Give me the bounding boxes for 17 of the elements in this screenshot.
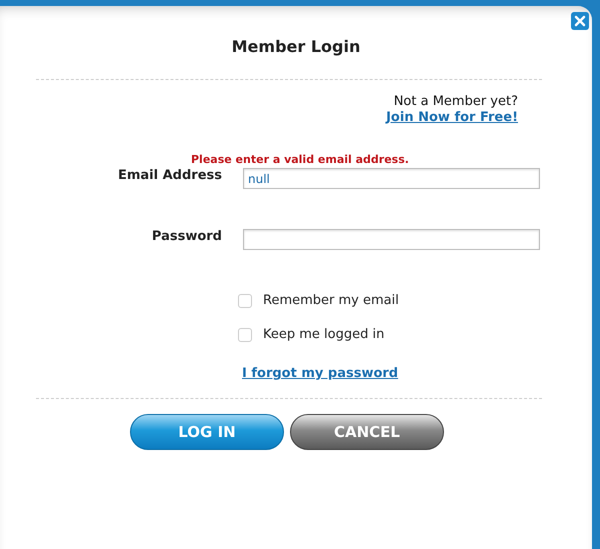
field-label: Password <box>150 229 222 244</box>
signup-prompt: Not a Member yet? <box>394 94 518 109</box>
checkbox[interactable] <box>238 328 252 342</box>
checkbox[interactable] <box>238 294 252 308</box>
password-field[interactable] <box>243 229 540 250</box>
forgot-password-link[interactable]: I forgot my password <box>242 366 398 381</box>
join-link[interactable]: Join Now for Free! <box>386 110 518 125</box>
cancel-button[interactable]: CANCEL <box>290 414 444 450</box>
error-message: Please enter a valid email address. <box>191 153 410 166</box>
dialog-title: Member Login <box>232 37 360 56</box>
checkbox-label: Keep me logged in <box>263 327 384 342</box>
close-button[interactable] <box>571 12 589 30</box>
checkbox-label: Remember my email <box>263 293 399 308</box>
close-icon <box>571 12 589 30</box>
field-label: Email Address <box>116 168 222 183</box>
email-field[interactable]: null <box>243 168 540 189</box>
login-button[interactable]: LOG IN <box>130 414 284 450</box>
